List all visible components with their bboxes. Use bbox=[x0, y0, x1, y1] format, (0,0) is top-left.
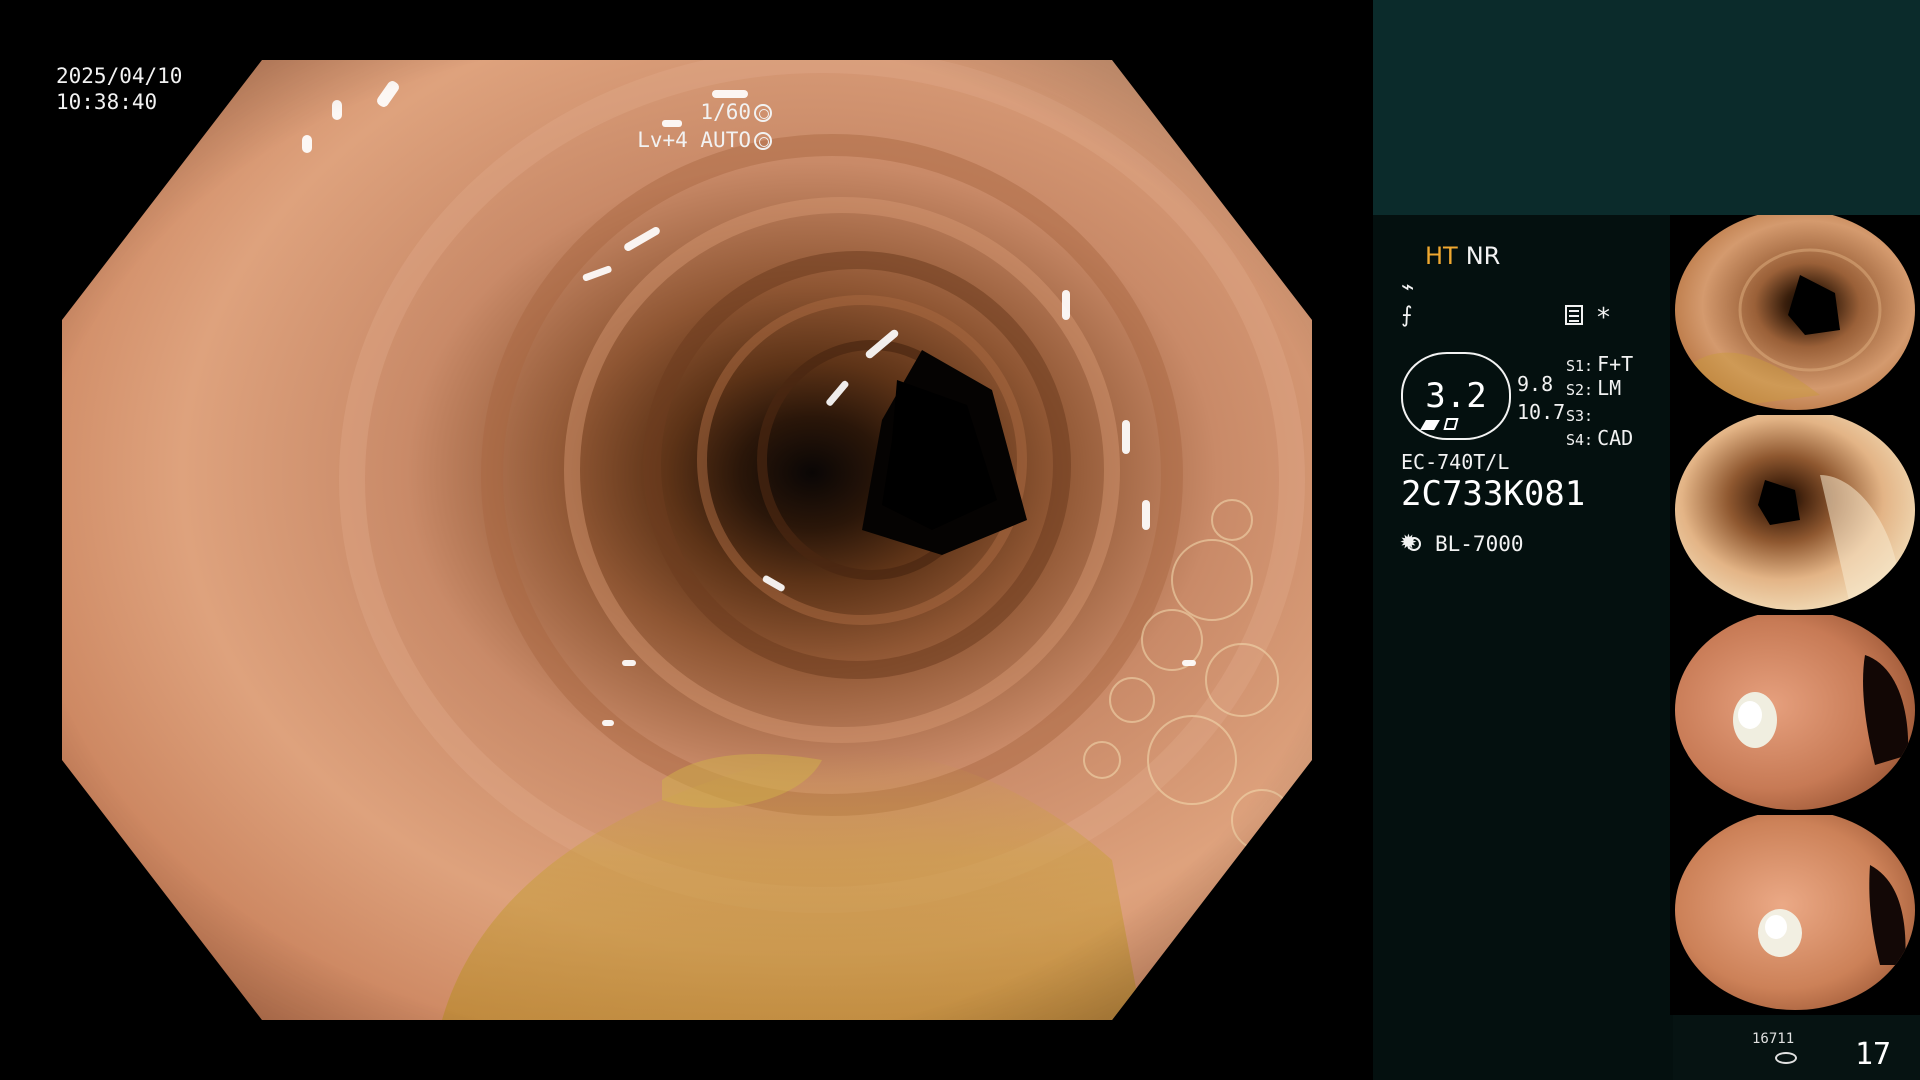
thumbnail-3[interactable] bbox=[1670, 615, 1920, 815]
thumbnail-1[interactable] bbox=[1670, 215, 1920, 415]
processing-mode-row: HT NR bbox=[1425, 242, 1500, 270]
slot-value: CAD bbox=[1597, 426, 1634, 450]
zoom-marker-filled-icon bbox=[1420, 420, 1440, 430]
light-source-row: BL-7000 bbox=[1400, 525, 1524, 558]
slot-key: S2: bbox=[1566, 381, 1594, 399]
capture-count: 17 bbox=[1855, 1037, 1892, 1072]
thumbnail-1-image bbox=[1675, 215, 1915, 410]
slot-value: LM bbox=[1597, 376, 1622, 400]
light-source-icon bbox=[1400, 525, 1427, 557]
scope-model: EC-740T/L bbox=[1401, 450, 1510, 474]
readout-value-b: 10.7 bbox=[1517, 400, 1566, 424]
storage-counter-label: 16711 bbox=[1752, 1031, 1795, 1047]
menu-list-icon bbox=[1565, 305, 1583, 325]
brightness-level-value: Lv+4 AUTO bbox=[637, 128, 751, 152]
storage-disk-icon bbox=[1775, 1052, 1797, 1064]
slot-key: S3: bbox=[1566, 407, 1594, 425]
brightness-level-readout: Lv+4 AUTO bbox=[637, 126, 772, 154]
scope-image-frame bbox=[62, 60, 1312, 1020]
light-source-model: BL-7000 bbox=[1435, 532, 1524, 556]
scope-serial-number: 2C733K081 bbox=[1401, 474, 1586, 514]
exam-time: 10:38:40 bbox=[56, 90, 158, 114]
enhancement-curve-icon: ⌁ bbox=[1401, 275, 1415, 300]
zoom-marker-outline-icon bbox=[1443, 418, 1459, 430]
endoscopy-monitor: 2025/04/10 10:38:40 1/60 Lv+4 AUTO HT NR… bbox=[0, 0, 1920, 1080]
switch-slot-4: S4: CAD bbox=[1566, 424, 1633, 454]
captured-thumbnails bbox=[1670, 215, 1920, 1015]
thumbnail-4-image bbox=[1675, 815, 1915, 1010]
zoom-value: 3.2 bbox=[1425, 376, 1487, 416]
thumbnail-4[interactable] bbox=[1670, 815, 1920, 1015]
asterisk-icon: * bbox=[1597, 303, 1610, 333]
thumbnail-2[interactable] bbox=[1670, 415, 1920, 615]
aperture-icon bbox=[754, 104, 772, 122]
zoom-indicator: 3.2 bbox=[1401, 352, 1511, 440]
panel-header-block bbox=[1373, 0, 1920, 215]
exam-date: 2025/04/10 bbox=[56, 64, 183, 88]
thumbnail-3-image bbox=[1675, 615, 1915, 810]
thumbnail-2-image bbox=[1675, 415, 1915, 610]
colon-lumen-image bbox=[62, 60, 1312, 1020]
live-endoscopic-view: 2025/04/10 10:38:40 1/60 Lv+4 AUTO bbox=[0, 0, 1372, 1080]
shutter-speed-readout: 1/60 bbox=[700, 98, 772, 126]
slot-key: S4: bbox=[1566, 431, 1594, 449]
readout-value-a: 9.8 bbox=[1517, 372, 1554, 396]
scope-info-area bbox=[1373, 215, 1673, 1080]
slot-value: F+T bbox=[1597, 352, 1634, 376]
color-tone-icon: ⨍ bbox=[1401, 303, 1413, 328]
mode-ht-label: HT bbox=[1425, 242, 1458, 270]
shutter-speed-value: 1/60 bbox=[700, 100, 751, 124]
slot-key: S1: bbox=[1566, 357, 1594, 375]
auto-iris-icon bbox=[754, 132, 772, 150]
mode-nr-label: NR bbox=[1465, 242, 1501, 270]
